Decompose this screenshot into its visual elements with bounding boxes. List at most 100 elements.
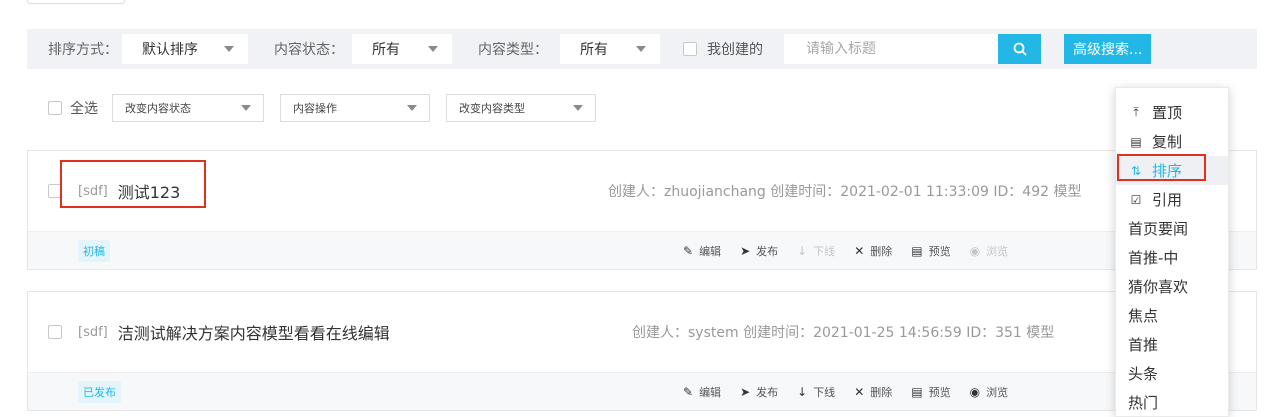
browse-button[interactable]: ◉ 浏览 [970, 243, 1008, 259]
copy-icon: ▤ [1130, 134, 1142, 149]
advanced-search-button[interactable]: 高级搜索... [1064, 34, 1152, 64]
status-badge: 已发布 [78, 380, 121, 403]
menu-item-hot[interactable]: 热门 [1116, 388, 1228, 417]
publish-button[interactable]: ➤ 发布 [740, 384, 778, 400]
offline-button[interactable]: ↓ 下线 [797, 243, 835, 259]
card-tag: [sdf] [78, 324, 108, 340]
menu-item-guess-you-like[interactable]: 猜你喜欢 [1116, 272, 1228, 301]
batch-actions-row: 全选 改变内容状态 内容操作 改变内容类型 [48, 94, 612, 122]
content-card: [sdf] 洁测试解决方案内容模型看看在线编辑 创建人：system 创建时间：… [27, 291, 1257, 411]
menu-item-homepage-news[interactable]: 首页要闻 [1116, 214, 1228, 243]
menu-item-label: 头条 [1128, 365, 1159, 383]
browse-button[interactable]: ◉ 浏览 [970, 384, 1008, 400]
edit-button[interactable]: ✎ 编辑 [683, 243, 721, 259]
mine-label: 我创建的 [707, 42, 763, 58]
change-status-label: 改变内容状态 [125, 102, 191, 115]
menu-item-label: 焦点 [1128, 307, 1159, 325]
menu-item-label: 置顶 [1152, 104, 1183, 122]
row-checkbox[interactable] [48, 325, 62, 339]
chevron-down-icon [407, 105, 417, 111]
sort-highlight-box [1117, 154, 1206, 181]
filter-bar: 排序方式： 默认排序 内容状态： 所有 内容类型： 所有 我创建的 高级搜索..… [27, 29, 1257, 69]
title-search-input[interactable] [784, 34, 998, 64]
offline-button[interactable]: ↓ 下线 [797, 384, 835, 400]
browse-label: 浏览 [986, 386, 1009, 399]
delete-button[interactable]: ✕ 删除 [854, 384, 892, 400]
mine-checkbox[interactable]: 我创建的 [683, 39, 763, 59]
delete-label: 删除 [870, 245, 893, 258]
send-icon: ➤ [740, 385, 751, 399]
preview-button[interactable]: ▤ 预览 [911, 384, 950, 400]
menu-item-label: 引用 [1152, 191, 1183, 209]
content-ops-select[interactable]: 内容操作 [280, 94, 430, 122]
browse-label: 浏览 [986, 245, 1009, 258]
close-icon: ✕ [854, 244, 865, 258]
card-main-row: [sdf] 测试123 创建人：zhuojianchang 创建时间：2021-… [28, 151, 1256, 231]
chevron-down-icon [573, 105, 583, 111]
delete-label: 删除 [870, 386, 893, 399]
edit-icon: ✎ [683, 244, 694, 258]
top-button-stub[interactable] [27, 0, 125, 4]
offline-label: 下线 [813, 245, 836, 258]
status-select-value: 所有 [372, 42, 400, 58]
sort-label: 排序方式： [48, 42, 118, 58]
close-icon: ✕ [854, 385, 865, 399]
content-ops-dropdown-menu: ⤒ 置顶 ▤ 复制 ⇅ 排序 ☑ 引用 首页要闻 首推-中 猜你喜欢 焦点 首推 头条 … [1115, 87, 1229, 417]
status-badge: 初稿 [78, 239, 110, 262]
menu-item-label: 复制 [1152, 133, 1183, 151]
menu-item-copy[interactable]: ▤ 复制 [1116, 127, 1228, 156]
preview-label: 预览 [928, 386, 951, 399]
card-meta: 创建人：system 创建时间：2021-01-25 14:56:59 ID：3… [632, 325, 1055, 341]
menu-item-label: 首推 [1128, 336, 1159, 354]
status-label: 内容状态： [274, 42, 344, 58]
card-main-row: [sdf] 洁测试解决方案内容模型看看在线编辑 创建人：system 创建时间：… [28, 292, 1256, 372]
checkbox-box[interactable] [683, 42, 697, 56]
menu-item-label: 猜你喜欢 [1128, 278, 1189, 296]
menu-item-focus[interactable]: 焦点 [1116, 301, 1228, 330]
status-select[interactable]: 所有 [352, 34, 452, 64]
offline-label: 下线 [813, 386, 836, 399]
preview-label: 预览 [928, 245, 951, 258]
publish-button[interactable]: ➤ 发布 [740, 243, 778, 259]
select-all-label: 全选 [70, 101, 98, 117]
document-icon: ▤ [911, 244, 923, 258]
change-type-label: 改变内容类型 [459, 102, 525, 115]
publish-label: 发布 [756, 245, 779, 258]
card-footer: 已发布 ✎ 编辑 ➤ 发布 ↓ 下线 ✕ 删除 ▤ 预览 ◉ 浏览 [28, 372, 1256, 410]
menu-item-label: 首页要闻 [1128, 220, 1189, 238]
menu-item-headline[interactable]: 头条 [1116, 359, 1228, 388]
card-title[interactable]: 洁测试解决方案内容模型看看在线编辑 [118, 320, 390, 344]
sort-select-value: 默认排序 [142, 42, 198, 58]
menu-item-reference[interactable]: ☑ 引用 [1116, 185, 1228, 214]
reference-icon: ☑ [1130, 192, 1142, 207]
arrow-down-icon: ↓ [797, 385, 808, 399]
title-highlight-box [60, 160, 206, 208]
delete-button[interactable]: ✕ 删除 [854, 243, 892, 259]
menu-item-pin-top[interactable]: ⤒ 置顶 [1116, 98, 1228, 127]
edit-button[interactable]: ✎ 编辑 [683, 384, 721, 400]
change-type-select[interactable]: 改变内容类型 [446, 94, 596, 122]
checkbox-box[interactable] [48, 101, 62, 115]
chevron-down-icon [636, 46, 646, 52]
chevron-down-icon [241, 105, 251, 111]
card-meta: 创建人：zhuojianchang 创建时间：2021-02-01 11:33:… [608, 184, 1082, 200]
type-label: 内容类型： [478, 42, 548, 58]
preview-button[interactable]: ▤ 预览 [911, 243, 950, 259]
type-select[interactable]: 所有 [560, 34, 660, 64]
edit-label: 编辑 [699, 386, 722, 399]
content-card: [sdf] 测试123 创建人：zhuojianchang 创建时间：2021-… [27, 150, 1257, 270]
select-all-checkbox[interactable]: 全选 [48, 98, 98, 118]
menu-item-recommend[interactable]: 首推 [1116, 330, 1228, 359]
edit-label: 编辑 [699, 245, 722, 258]
arrow-down-icon: ↓ [797, 244, 808, 258]
search-button[interactable] [998, 34, 1041, 64]
card-footer: 初稿 ✎ 编辑 ➤ 发布 ↓ 下线 ✕ 删除 ▤ 预览 ◉ 浏览 [28, 231, 1256, 269]
publish-label: 发布 [756, 386, 779, 399]
send-icon: ➤ [740, 244, 751, 258]
edit-icon: ✎ [683, 385, 694, 399]
change-status-select[interactable]: 改变内容状态 [112, 94, 264, 122]
menu-item-recommend-mid[interactable]: 首推-中 [1116, 243, 1228, 272]
sort-select[interactable]: 默认排序 [122, 34, 248, 64]
menu-item-label: 热门 [1128, 394, 1159, 412]
eye-icon: ◉ [969, 385, 981, 399]
